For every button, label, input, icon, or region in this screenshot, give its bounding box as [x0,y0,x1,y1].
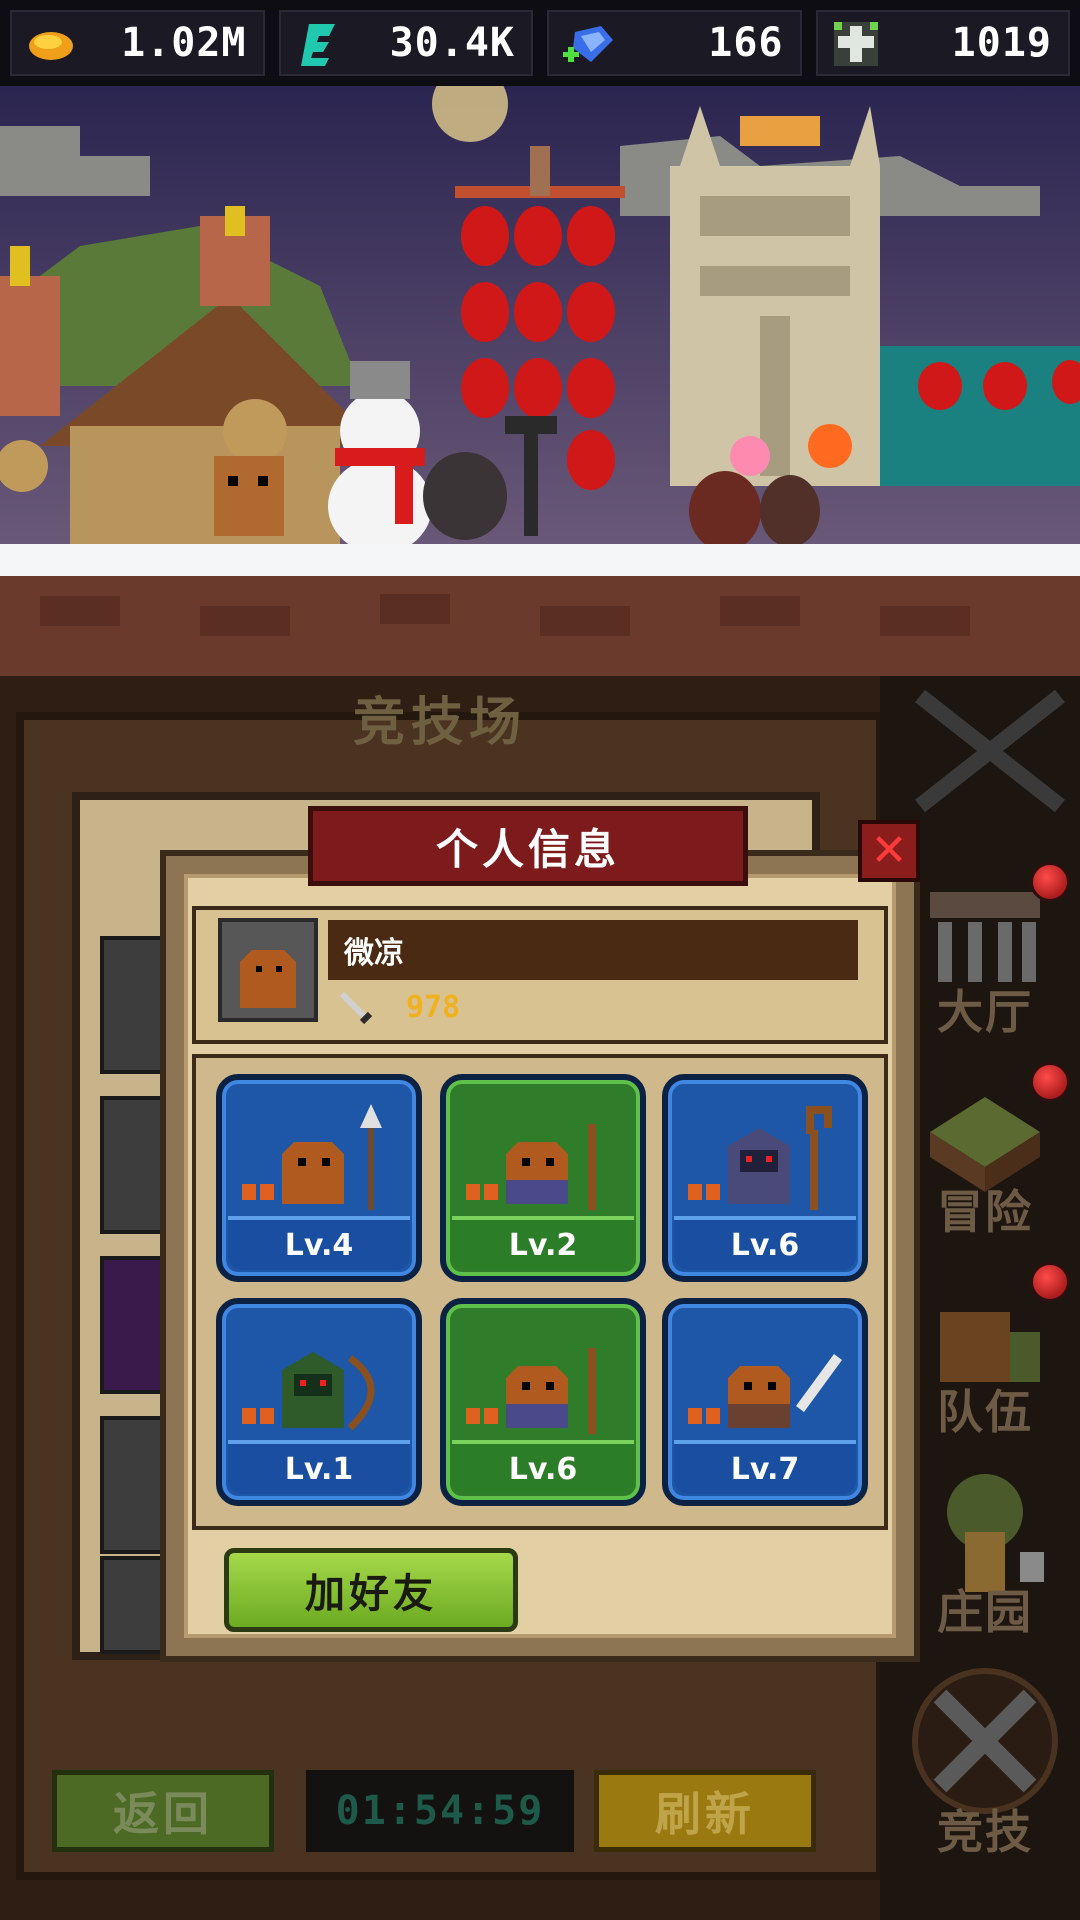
close-icon: ✕ [870,825,908,876]
dialog-title: 个人信息 [308,806,748,886]
hero-level: Lv.2 [452,1216,634,1270]
hero-level: Lv.6 [452,1440,634,1494]
list-item[interactable] [100,1556,168,1654]
sidebar-item-label: 竞技 [937,1805,1033,1859]
sword-icon [339,991,373,1025]
sidebar-item-adventure[interactable]: 冒险 [910,1062,1080,1252]
staff-hero-icon [466,1348,596,1434]
player-summary: 微凉 978 [192,906,888,1044]
refresh-timer: 01:54:59 [306,1770,574,1852]
crook-hero-icon [688,1106,832,1210]
hero-card[interactable]: Lv.6 [662,1074,868,1282]
list-item[interactable] [100,1096,168,1234]
refresh-button[interactable]: 刷新 [594,1770,816,1852]
notification-dot [1030,1262,1070,1302]
hero-card[interactable]: Lv.1 [216,1298,422,1506]
world-scene [0,86,1080,676]
hero-level: Lv.1 [228,1440,410,1494]
crossed-swords-icon [912,1668,1058,1814]
player-power: 978 [406,990,461,1025]
gem-counter[interactable]: 166 [547,10,802,76]
hero-card[interactable]: Lv.6 [440,1298,646,1506]
sword-hero-icon [688,1354,842,1428]
sidebar-item-arena[interactable]: 竞技 [910,1666,1080,1872]
energy-icon [300,24,335,66]
bow-hero-icon [242,1352,375,1431]
list-item[interactable] [100,1256,168,1394]
notification-dot [1030,1062,1070,1102]
notification-dot [1030,862,1070,902]
sidebar-item-label: 大厅 [937,985,1033,1039]
sidebar-item-label: 庄园 [937,1585,1033,1639]
sidebar-item-label: 队伍 [937,1385,1033,1439]
sidebar-item-label: 冒险 [937,1185,1033,1239]
hero-card[interactable]: Lv.7 [662,1298,868,1506]
gold-value: 1.02M [121,20,247,66]
village-scene-art [0,86,1080,676]
hero-card[interactable]: Lv.4 [216,1074,422,1282]
hero-lineup: Lv.4 Lv.2 Lv.6 Lv.1 Lv.6 Lv.7 [192,1054,888,1530]
hero-level: Lv.6 [674,1216,856,1270]
hero-level: Lv.7 [674,1440,856,1494]
sidebar-item-manor[interactable]: 庄园 [910,1462,1080,1652]
energy-counter[interactable]: 30.4K [278,10,533,76]
player-character[interactable] [214,456,284,536]
gold-icon [29,32,73,60]
resource-bar: 1.02M 30.4K 166 1019 [0,0,1080,86]
energy-value: 30.4K [389,20,515,66]
sidebar-item-team[interactable]: 队伍 [910,1262,1080,1452]
spear-hero-icon [242,1104,382,1210]
gem-value: 166 [708,20,784,66]
player-avatar-icon [240,950,296,1008]
cross-icon [833,22,878,66]
arena-title: 竞技场 [352,693,527,753]
hero-level: Lv.4 [228,1216,410,1270]
hero-card[interactable]: Lv.2 [440,1074,646,1282]
close-button[interactable]: ✕ [858,820,920,882]
list-item[interactable] [100,1416,168,1554]
gem-icon [563,26,613,62]
cross-value: 1019 [951,20,1052,66]
back-button[interactable]: 返回 [52,1770,274,1852]
list-item[interactable] [100,936,168,1074]
sidebar-item-lobby[interactable]: 大厅 [910,862,1080,1052]
staff-hero-icon [466,1124,596,1210]
player-name: 微凉 [328,920,858,980]
add-friend-button[interactable]: 加好友 [224,1548,518,1632]
avatar [218,918,318,1022]
gold-counter[interactable]: 1.02M [10,10,265,76]
cross-counter[interactable]: 1019 [815,10,1070,76]
